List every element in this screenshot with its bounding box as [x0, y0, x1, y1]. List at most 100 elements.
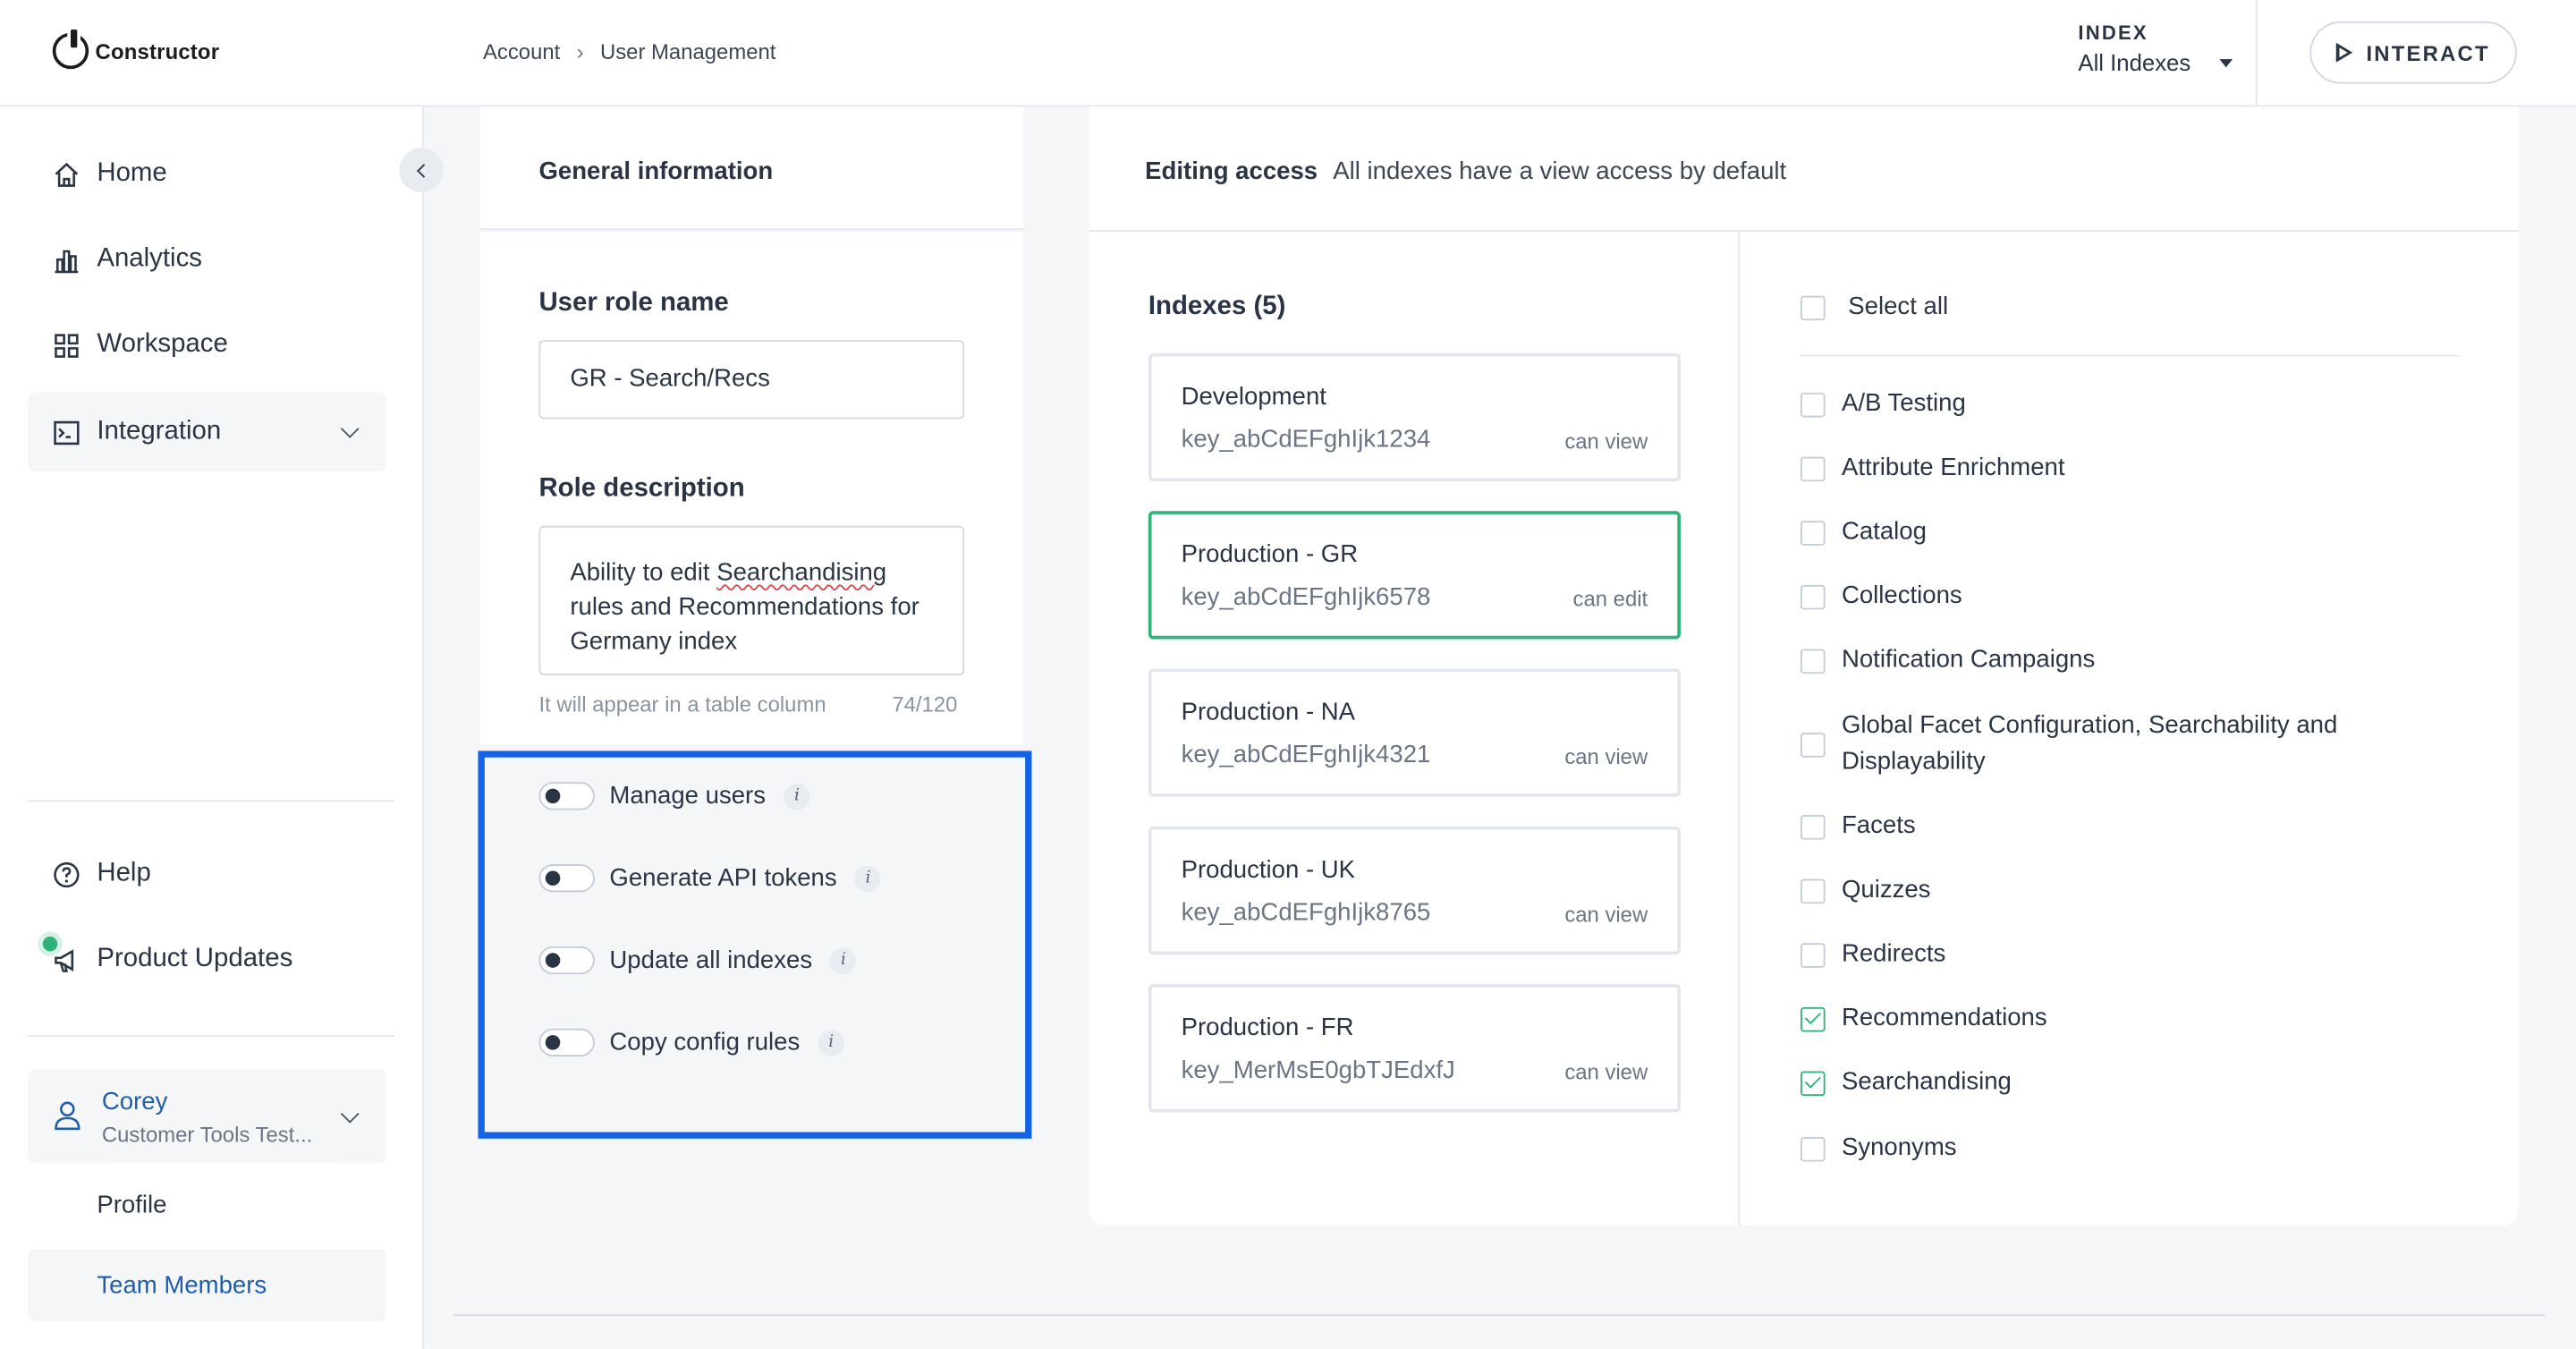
index-permission: can view — [1564, 428, 1648, 454]
top-header: Constructor Account › User Management IN… — [0, 0, 2576, 107]
index-permission: can view — [1564, 744, 1648, 769]
sidebar-item-label: Workspace — [97, 330, 228, 359]
checkbox[interactable] — [1801, 455, 1826, 481]
index-key: key_abCdEFghIjk4321 — [1181, 741, 1431, 769]
checkbox-label: Searchandising — [1841, 1067, 2012, 1097]
collapse-sidebar-button[interactable] — [399, 148, 444, 192]
editing-access-subtitle: All indexes have a view access by defaul… — [1333, 157, 1787, 186]
general-info-header: General information — [479, 106, 1024, 231]
permission-notification-campaigns[interactable]: Notification Campaigns — [1801, 642, 2095, 678]
index-card-development[interactable]: Development key_abCdEFghIjk1234 can view — [1148, 352, 1681, 482]
sidebar-item-label: Analytics — [97, 244, 202, 273]
power-logo-icon — [52, 26, 89, 70]
index-name: Production - GR — [1181, 540, 1359, 569]
checkbox[interactable] — [1801, 878, 1826, 904]
character-counter: 74/120 — [892, 691, 958, 717]
indexes-heading: Indexes (5) — [1148, 292, 1286, 321]
workspace-icon — [55, 333, 79, 357]
checkbox-checked[interactable] — [1801, 1005, 1826, 1031]
checkbox[interactable] — [1801, 814, 1826, 839]
breadcrumb-account[interactable]: Account — [483, 39, 560, 64]
checkbox[interactable] — [1801, 942, 1826, 967]
checkbox-checked[interactable] — [1801, 1070, 1826, 1096]
checkbox[interactable] — [1801, 520, 1826, 545]
index-name: Production - NA — [1181, 698, 1356, 726]
permission-global-facet-configuration[interactable]: Global Facet Configuration, Searchabilit… — [1801, 708, 2359, 781]
user-menu[interactable]: Corey Customer Tools Test... — [28, 1069, 386, 1164]
select-all-checkbox[interactable]: Select all — [1801, 289, 1948, 325]
checkbox[interactable] — [1801, 1136, 1826, 1161]
home-icon — [55, 162, 79, 186]
permission-attribute-enrichment[interactable]: Attribute Enrichment — [1801, 450, 2065, 486]
index-permission: can view — [1564, 1059, 1648, 1085]
checkbox-label: Select all — [1848, 292, 1949, 321]
sidebar-item-product-updates[interactable]: Product Updates — [28, 921, 386, 999]
user-org: Customer Tools Test... — [101, 1122, 313, 1148]
sidebar-item-analytics[interactable]: Analytics — [28, 220, 386, 299]
analytics-icon — [55, 249, 79, 273]
checkbox-label: A/B Testing — [1841, 389, 1966, 418]
role-name-input[interactable]: GR - Search/Recs — [538, 340, 965, 420]
checkbox-label: Global Facet Configuration, Searchabilit… — [1841, 711, 2338, 776]
sidebar-item-home[interactable]: Home — [28, 135, 386, 214]
general-info-title: General information — [538, 157, 774, 186]
interact-button[interactable]: INTERACT — [2309, 21, 2517, 84]
chevron-left-icon — [417, 163, 431, 177]
user-icon — [55, 1101, 80, 1131]
checkbox[interactable] — [1801, 648, 1826, 674]
permission-quizzes[interactable]: Quizzes — [1801, 872, 1930, 908]
index-key: key_MerMsE0gbTJEdxfJ — [1181, 1056, 1455, 1085]
megaphone-icon — [55, 948, 74, 971]
sidebar-item-team-members[interactable]: Team Members — [28, 1248, 386, 1321]
index-name: Development — [1181, 382, 1326, 411]
chevron-right-icon: › — [576, 39, 584, 64]
sidebar-divider — [28, 800, 394, 802]
permission-facets[interactable]: Facets — [1801, 809, 1916, 844]
chevron-down-icon — [340, 419, 360, 438]
index-selector[interactable]: INDEX All Indexes — [2078, 21, 2233, 76]
permission-recommendations[interactable]: Recommendations — [1801, 1001, 2047, 1037]
checkbox[interactable] — [1801, 583, 1826, 609]
sidebar-item-integration[interactable]: Integration — [28, 392, 386, 472]
index-value[interactable]: All Indexes — [2078, 49, 2233, 75]
checkbox[interactable] — [1801, 294, 1826, 320]
sidebar-item-profile[interactable]: Profile — [28, 1168, 386, 1241]
permission-synonyms[interactable]: Synonyms — [1801, 1131, 1957, 1167]
checkbox-label: Recommendations — [1841, 1004, 2047, 1032]
index-key: key_abCdEFghIjk8765 — [1181, 898, 1431, 927]
breadcrumb-user-management[interactable]: User Management — [600, 39, 775, 64]
checkbox[interactable] — [1801, 732, 1826, 757]
index-permission: can edit — [1572, 586, 1648, 612]
permission-collections[interactable]: Collections — [1801, 579, 1962, 615]
index-name: Production - UK — [1181, 855, 1356, 885]
index-card-production-uk[interactable]: Production - UK key_abCdEFghIjk8765 can … — [1148, 826, 1681, 955]
chevron-down-icon — [340, 1104, 360, 1124]
index-name: Production - FR — [1181, 1014, 1354, 1042]
index-card-production-gr[interactable]: Production - GR key_abCdEFghIjk6578 can … — [1148, 511, 1681, 640]
constructor-logo[interactable]: Constructor — [52, 26, 220, 70]
sidebar-item-label: Help — [97, 859, 151, 887]
role-description-text: rules and Recommendations for Germany in… — [570, 593, 919, 656]
sidebar-item-label: Product Updates — [97, 945, 293, 973]
role-description-text: Ability to edit — [570, 558, 717, 587]
permission-searchandising[interactable]: Searchandising — [1801, 1065, 2012, 1100]
checkbox-label: Quizzes — [1841, 875, 1931, 904]
index-label: INDEX — [2078, 21, 2148, 45]
permission-ab-testing[interactable]: A/B Testing — [1801, 386, 1966, 422]
index-card-production-fr[interactable]: Production - FR key_MerMsE0gbTJEdxfJ can… — [1148, 984, 1681, 1113]
sidebar-item-help[interactable]: Help — [28, 835, 386, 913]
sidebar-item-workspace[interactable]: Workspace — [28, 306, 386, 385]
checkbox[interactable] — [1801, 392, 1826, 417]
checkbox-label: Redirects — [1841, 939, 1946, 968]
user-name: Corey — [101, 1087, 168, 1116]
brand-name: Constructor — [95, 38, 220, 64]
sidebar-item-label: Integration — [97, 417, 222, 445]
breadcrumb: Account › User Management — [483, 39, 775, 64]
select-all-divider — [1801, 354, 2460, 357]
permission-catalog[interactable]: Catalog — [1801, 514, 1927, 550]
play-icon — [2336, 42, 2353, 63]
permission-redirects[interactable]: Redirects — [1801, 937, 1945, 972]
role-description-textarea[interactable]: Ability to edit Searchandising rules and… — [538, 525, 965, 675]
index-card-production-na[interactable]: Production - NA key_abCdEFghIjk4321 can … — [1148, 668, 1681, 797]
index-key: key_abCdEFghIjk1234 — [1181, 425, 1431, 454]
